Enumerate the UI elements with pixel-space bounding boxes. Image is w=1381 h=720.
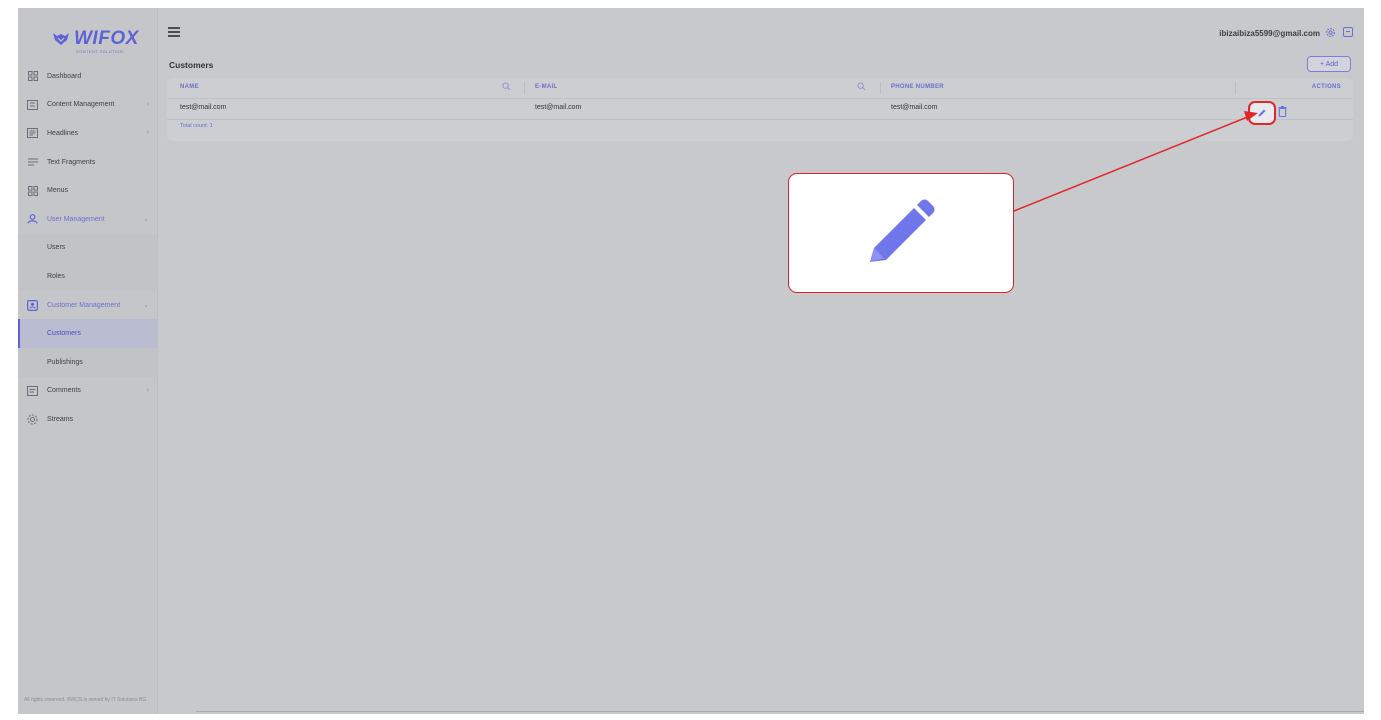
users-icon — [27, 214, 38, 225]
sidebar-item-label: Customer Management — [47, 301, 121, 309]
column-divider — [524, 82, 525, 94]
app-window: WIFOX CONTENT SOLUTION Dashboard Content… — [18, 8, 1364, 714]
comments-icon — [27, 385, 38, 396]
zoomed-edit-callout — [788, 173, 1014, 293]
user-email: ibizaibiza5599@gmail.com — [1219, 29, 1320, 38]
chevron-right-icon: › — [146, 386, 149, 394]
text-icon — [27, 157, 38, 168]
chevron-down-icon: ⌄ — [143, 301, 149, 309]
chevron-down-icon: ⌄ — [143, 215, 149, 223]
submenu-customer-management: Customers Publishings — [18, 319, 157, 377]
sidebar-item-users[interactable]: Users — [18, 234, 157, 263]
sidebar-item-label: Headlines — [47, 129, 79, 137]
hamburger-menu-button[interactable] — [168, 27, 180, 37]
sidebar-item-headlines[interactable]: Headlines › — [18, 119, 157, 148]
customers-table: NAME E-MAIL PHONE NUMBER ACTIONS test@ma… — [167, 78, 1353, 141]
sidebar-item-comments[interactable]: Comments › — [18, 377, 157, 406]
column-header-phone[interactable]: PHONE NUMBER — [891, 84, 944, 90]
cell-phone: test@mail.com — [891, 104, 938, 111]
sidebar-item-label: Text Fragments — [47, 158, 96, 166]
gear-icon[interactable] — [1325, 27, 1336, 38]
sidebar-item-label: Menus — [47, 187, 69, 195]
dashboard-icon — [27, 71, 38, 82]
logout-icon[interactable] — [1343, 27, 1353, 37]
sidebar-item-text-fragments[interactable]: Text Fragments — [18, 148, 157, 177]
cell-name: test@mail.com — [180, 104, 227, 111]
sidebar-item-streams[interactable]: Streams — [18, 405, 157, 434]
sidebar-item-label: Comments — [47, 387, 81, 395]
sidebar: WIFOX CONTENT SOLUTION Dashboard Content… — [18, 8, 158, 714]
menus-icon — [27, 185, 38, 196]
column-header-email[interactable]: E-MAIL — [535, 84, 557, 90]
total-count: Total count: 1 — [180, 123, 213, 129]
sidebar-item-user-management[interactable]: User Management ⌄ — [18, 205, 157, 234]
page-title: Customers — [169, 60, 214, 70]
sidebar-item-label: Streams — [47, 415, 74, 423]
chevron-right-icon: › — [146, 129, 149, 137]
sidebar-item-roles[interactable]: Roles — [18, 262, 157, 291]
chevron-right-icon: › — [146, 100, 149, 108]
sidebar-item-content-management[interactable]: Content Management › — [18, 91, 157, 120]
edit-button[interactable] — [1248, 101, 1276, 125]
search-icon[interactable] — [857, 82, 866, 91]
sidebar-item-customers[interactable]: Customers — [18, 319, 157, 348]
table-row[interactable]: test@mail.com test@mail.com test@mail.co… — [167, 98, 1353, 120]
sidebar-item-label: Roles — [47, 272, 65, 280]
add-button[interactable]: + Add — [1307, 56, 1351, 72]
sidebar-item-label: Users — [47, 244, 66, 252]
column-divider — [880, 82, 881, 94]
sidebar-item-label: Dashboard — [47, 72, 82, 80]
sidebar-nav: Dashboard Content Management › Headlines… — [18, 62, 157, 434]
column-divider — [1235, 82, 1236, 94]
trash-icon[interactable] — [1278, 106, 1287, 117]
column-header-name[interactable]: NAME — [180, 84, 199, 90]
main-content: Customers + Add NAME E-MAIL PHONE NUMBER… — [167, 52, 1353, 652]
sidebar-item-label: User Management — [47, 215, 105, 223]
sidebar-item-dashboard[interactable]: Dashboard — [18, 62, 157, 91]
brand-tagline: CONTENT SOLUTION — [76, 49, 124, 54]
column-header-actions: ACTIONS — [1311, 84, 1341, 90]
submenu-user-management: Users Roles — [18, 233, 157, 291]
sidebar-item-publishings[interactable]: Publishings — [18, 348, 157, 377]
cell-email: test@mail.com — [535, 104, 582, 111]
brand-name: WIFOX — [74, 28, 139, 49]
sidebar-footer: All rights reserved. ®WCS is owned by IT… — [24, 697, 147, 703]
sidebar-item-label: Customers — [47, 330, 81, 338]
streams-icon — [27, 414, 38, 425]
sidebar-item-customer-management[interactable]: Customer Management ⌄ — [18, 291, 157, 320]
pencil-icon — [870, 199, 935, 262]
bottom-divider — [196, 711, 1364, 712]
headlines-icon — [27, 128, 38, 139]
search-icon[interactable] — [502, 82, 511, 91]
sidebar-item-menus[interactable]: Menus — [18, 176, 157, 205]
sidebar-item-label: Content Management — [47, 101, 115, 109]
table-header: NAME E-MAIL PHONE NUMBER ACTIONS — [167, 78, 1353, 98]
fox-logo-icon — [53, 33, 69, 45]
content-icon — [27, 99, 38, 110]
customer-icon — [27, 299, 38, 311]
sidebar-item-label: Publishings — [47, 358, 83, 366]
pencil-icon — [1258, 109, 1266, 117]
